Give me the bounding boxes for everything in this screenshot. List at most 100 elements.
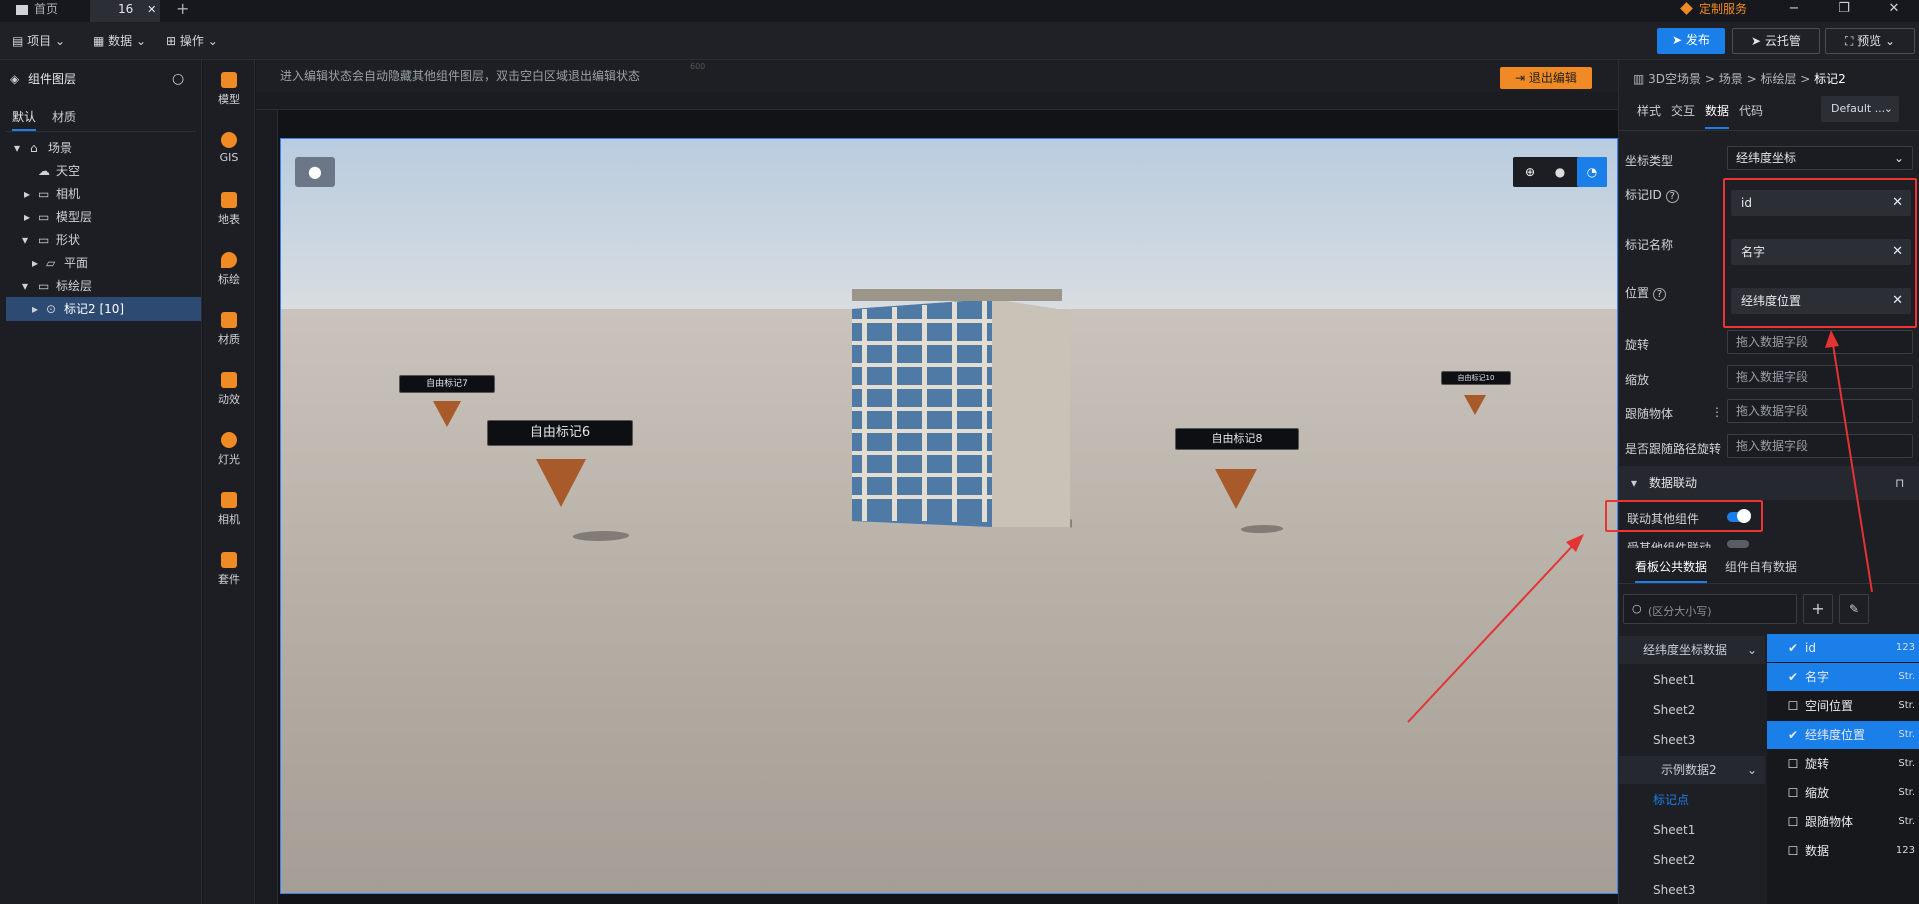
data-link-header[interactable]: ▾ 数据联动 ⊓ <box>1619 466 1919 500</box>
kit-button[interactable]: 套件 <box>203 552 255 587</box>
data-source-item[interactable]: Sheet3 <box>1619 726 1765 754</box>
gis-icon <box>221 132 237 148</box>
tree-item-plane[interactable]: ▸ ▱ 平面 <box>0 251 202 275</box>
follow-object-field[interactable]: 拖入数据字段 <box>1727 399 1913 423</box>
source-label: 标记点 <box>1653 793 1690 807</box>
data-source-group[interactable]: 经纬度坐标数据 ⌄ <box>1619 636 1765 664</box>
tree-item-marker2[interactable]: ▸ ⊙ 标记2 [10] <box>6 297 201 321</box>
data-field-scale[interactable]: ☐ 缩放 Str. <box>1767 779 1919 807</box>
default-select[interactable]: Default ... ⌄ <box>1821 96 1899 122</box>
material-button[interactable]: 材质 <box>203 312 255 347</box>
tab-default[interactable]: 默认 <box>12 108 37 131</box>
be-linked-toggle[interactable] <box>1727 540 1749 548</box>
tree-item-camera[interactable]: ▸ ▭ 相机 <box>0 182 202 206</box>
scale-field[interactable]: 拖入数据字段 <box>1727 365 1913 389</box>
edit-data-button[interactable]: ✎ <box>1839 594 1869 624</box>
layer-panel-title: 组件图层 <box>28 72 77 86</box>
data-field-space-position[interactable]: ☐ 空间位置 Str. <box>1767 692 1919 720</box>
camera-button[interactable]: 相机 <box>203 492 255 527</box>
data-source-item-active[interactable]: 标记点 <box>1619 786 1765 814</box>
data-field-rotate[interactable]: ☐ 旋转 Str. <box>1767 750 1919 778</box>
more-icon[interactable]: ⋮ <box>1711 405 1723 419</box>
breadcrumb-item[interactable]: 场景 <box>1719 72 1743 86</box>
tree-item-scene[interactable]: ▾ ⌂ 场景 <box>0 136 202 160</box>
scene-icon: ⌂ <box>30 141 38 155</box>
material-label: 材质 <box>218 333 240 346</box>
data-source-item[interactable]: Sheet1 <box>1619 666 1765 694</box>
data-source-item[interactable]: Sheet2 <box>1619 696 1765 724</box>
plot-button[interactable]: 标绘 <box>203 252 255 287</box>
tab-material[interactable]: 材质 <box>52 108 76 125</box>
publish-button[interactable]: ➤ 发布 <box>1657 28 1725 54</box>
checkbox-icon: ☐ <box>1787 786 1799 800</box>
model-button[interactable]: 模型 <box>203 72 255 107</box>
data-field-follow-object[interactable]: ☐ 跟随物体 Str. <box>1767 808 1919 836</box>
menu-data[interactable]: ▦ 数据 ⌄ <box>93 32 146 50</box>
3d-scene-viewport[interactable]: 自由标记7 自由标记6 自由标记8 自由标记10 ⬤ ⊕ ● ◔ <box>280 138 1618 894</box>
data-field-id[interactable]: ✔ id 123 <box>1767 634 1919 662</box>
breadcrumb-item[interactable]: 3D空场景 <box>1648 72 1701 86</box>
help-icon[interactable]: ? <box>1652 288 1667 301</box>
tab-project[interactable]: 16 ✕ <box>90 0 160 22</box>
exit-edit-button[interactable]: ⇥ 退出编辑 <box>1500 67 1592 89</box>
tab-public-data[interactable]: 看板公共数据 <box>1635 558 1708 583</box>
data-field-name[interactable]: ✔ 名字 Str. <box>1767 663 1919 691</box>
caret-down-icon: ▾ <box>14 141 21 155</box>
tree-item-plot-layer[interactable]: ▾ ▭ 标绘层 <box>0 274 202 298</box>
tab-style[interactable]: 样式 <box>1637 102 1661 119</box>
rotate-field[interactable]: 拖入数据字段 <box>1727 330 1913 354</box>
location-button[interactable]: ⬤ <box>295 157 335 187</box>
window-close-icon[interactable]: ✕ <box>1879 0 1909 20</box>
breadcrumb: ▥ 3D空场景 > 场景 > 标绘层 > 标记2 <box>1633 72 1846 86</box>
tree-item-model-layer[interactable]: ▸ ▭ 模型层 <box>0 205 202 229</box>
effect-button[interactable]: 动效 <box>203 372 255 407</box>
data-field-lnglat-position[interactable]: ✔ 经纬度位置 Str. <box>1767 721 1919 749</box>
data-source-item[interactable]: Sheet3 <box>1619 876 1765 904</box>
data-source-item[interactable]: Sheet2 <box>1619 846 1765 874</box>
model-label: 模型 <box>218 93 240 106</box>
add-data-button[interactable]: + <box>1803 594 1833 624</box>
follow-object-placeholder: 拖入数据字段 <box>1736 404 1809 418</box>
close-icon[interactable]: ✕ <box>147 3 156 16</box>
terrain-button[interactable]: 地表 <box>203 192 255 227</box>
sphere-icon[interactable]: ● <box>1549 161 1571 183</box>
search-icon[interactable]: ○ <box>172 68 184 90</box>
tab-home[interactable]: 首页 <box>16 0 86 22</box>
follow-path-placeholder: 拖入数据字段 <box>1736 439 1809 453</box>
tab-own-data[interactable]: 组件自有数据 <box>1725 558 1797 575</box>
tree-item-sky[interactable]: ☁ 天空 <box>0 159 202 183</box>
maximize-icon[interactable]: ❐ <box>1829 0 1859 20</box>
custom-service-link[interactable]: 定制服务 <box>1680 0 1772 22</box>
gis-button[interactable]: GIS <box>203 132 255 164</box>
tab-data[interactable]: 数据 <box>1705 102 1730 129</box>
rotate-view-icon[interactable]: ◔ <box>1577 157 1607 187</box>
folder-icon: ▭ <box>38 210 50 224</box>
material-icon <box>221 312 237 328</box>
preview-button[interactable]: ⛶ 预览 ⌄ <box>1825 28 1915 54</box>
cloud-host-button[interactable]: ➤ 云托管 <box>1732 28 1820 54</box>
terrain-label: 地表 <box>218 213 240 226</box>
chevron-down-icon: ⌄ <box>51 34 66 48</box>
breadcrumb-item[interactable]: 标绘层 <box>1760 72 1796 86</box>
follow-path-field[interactable]: 拖入数据字段 <box>1727 434 1913 458</box>
building-model[interactable] <box>832 289 1072 529</box>
minimize-icon[interactable]: − <box>1779 0 1809 20</box>
menu-operate[interactable]: ⊞ 操作 ⌄ <box>166 32 218 50</box>
data-icon: ▦ <box>93 34 109 48</box>
data-source-group[interactable]: 示例数据2 ⌄ <box>1619 756 1765 784</box>
data-source-item[interactable]: Sheet1 <box>1619 816 1765 844</box>
tab-interaction[interactable]: 交互 <box>1671 102 1695 119</box>
coord-type-select[interactable]: 经纬度坐标 ⌄ <box>1727 146 1913 170</box>
tab-code[interactable]: 代码 <box>1739 102 1763 119</box>
data-field-data[interactable]: ☐ 数据 123 <box>1767 837 1919 865</box>
tab-divider <box>6 131 196 132</box>
add-tab-button[interactable]: + <box>176 0 196 22</box>
globe-icon[interactable]: ⊕ <box>1519 161 1541 183</box>
menu-data-label: 数据 <box>108 34 133 48</box>
menu-project[interactable]: ▤ 项目 ⌄ <box>12 32 65 50</box>
tree-item-shape[interactable]: ▾ ▭ 形状 <box>0 228 202 252</box>
light-button[interactable]: 灯光 <box>203 432 255 467</box>
help-icon[interactable]: ? <box>1665 190 1679 203</box>
lock-icon[interactable]: ⊓ <box>1895 466 1904 500</box>
data-search-input[interactable]: ○ (区分大小写) <box>1623 594 1797 624</box>
